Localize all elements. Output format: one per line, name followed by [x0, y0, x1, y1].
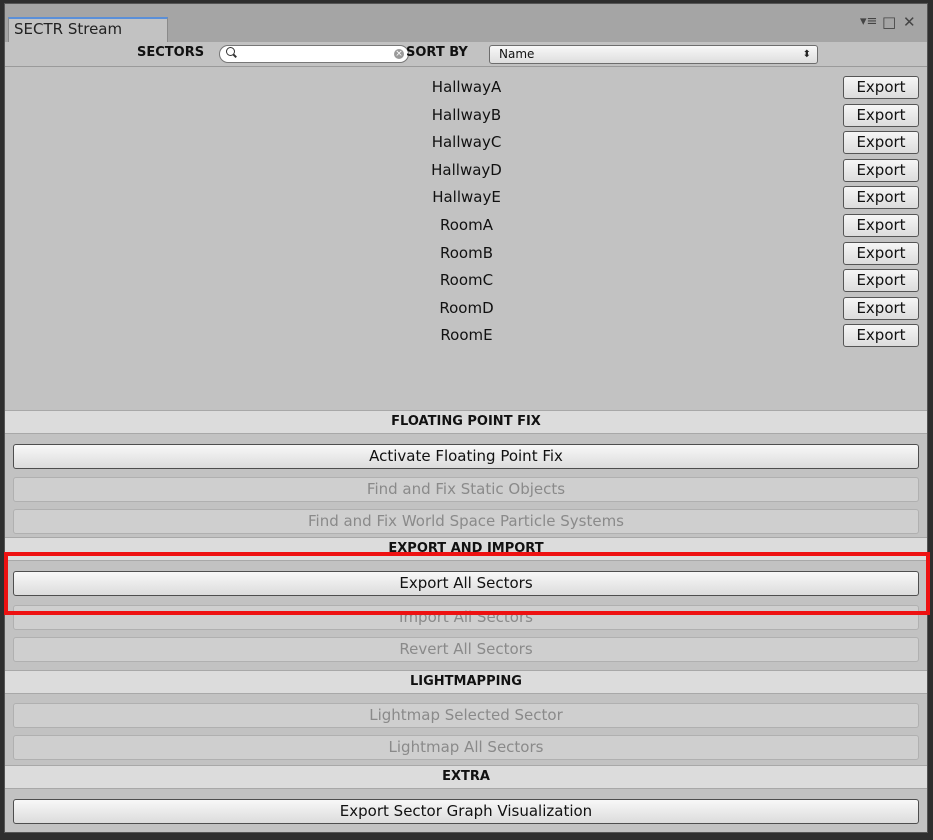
export-sector-button[interactable]: Export	[843, 103, 919, 127]
export-sector-button[interactable]: Export	[843, 269, 919, 293]
section-header-extra: EXTRA	[5, 765, 927, 789]
export-sector-button[interactable]: Export	[843, 158, 919, 182]
search-input[interactable]: ×	[219, 45, 409, 63]
list-item[interactable]: HallwayE Export	[5, 184, 927, 211]
sector-name: RoomE	[440, 326, 493, 345]
export-sector-button[interactable]: Export	[843, 324, 919, 348]
list-item[interactable]: RoomB Export	[5, 240, 927, 267]
list-item[interactable]: RoomC Export	[5, 267, 927, 294]
sort-by-label: SORT BY	[406, 45, 468, 60]
list-item[interactable]: RoomA Export	[5, 212, 927, 239]
lightmap-selected-sector-button[interactable]: Lightmap Selected Sector	[13, 703, 919, 728]
find-fix-particle-systems-button[interactable]: Find and Fix World Space Particle System…	[13, 509, 919, 534]
export-sector-graph-button[interactable]: Export Sector Graph Visualization	[13, 799, 919, 824]
section-header-lightmapping: LIGHTMAPPING	[5, 670, 927, 694]
list-item[interactable]: RoomD Export	[5, 295, 927, 322]
tab-bar: SECTR Stream ▾≡ □ ✕	[5, 4, 927, 43]
close-icon[interactable]: ✕	[903, 12, 916, 32]
tab-sectr-stream[interactable]: SECTR Stream	[8, 17, 168, 42]
section-header-floating-point-fix: FLOATING POINT FIX	[5, 410, 927, 434]
maximize-icon[interactable]: □	[882, 12, 896, 32]
window-menu-icon[interactable]: ▾≡	[860, 12, 877, 32]
sector-name: HallwayA	[431, 78, 502, 96]
export-sector-button[interactable]: Export	[843, 241, 919, 265]
lightmap-all-sectors-button[interactable]: Lightmap All Sectors	[13, 735, 919, 760]
sort-by-dropdown[interactable]: Name ⬍	[489, 45, 818, 64]
export-sector-button[interactable]: Export	[843, 186, 919, 210]
export-all-sectors-button[interactable]: Export All Sectors	[13, 571, 919, 596]
sector-name: HallwayE	[432, 188, 501, 207]
sector-name: HallwayC	[431, 133, 502, 152]
dropdown-arrow-icon: ⬍	[802, 49, 811, 60]
toolbar: SECTORS × SORT BY Name ⬍	[5, 42, 927, 67]
sector-list: HallwayA Export HallwayB Export HallwayC Expo…	[5, 67, 927, 410]
activate-floating-point-fix-button[interactable]: Activate Floating Point Fix	[13, 444, 919, 469]
revert-all-sectors-button[interactable]: Revert All Sectors	[13, 637, 919, 662]
clear-search-icon[interactable]: ×	[394, 49, 404, 59]
sort-by-value: Name	[499, 47, 535, 61]
sectr-stream-window: SECTR Stream ▾≡ □ ✕ SECTORS × SORT BY Na…	[4, 3, 928, 833]
sector-name: RoomC	[439, 271, 494, 290]
sector-name: RoomA	[440, 216, 493, 234]
list-item[interactable]: HallwayA Export	[5, 74, 927, 101]
list-item[interactable]: HallwayB Export	[5, 102, 927, 129]
sectors-label: SECTORS	[137, 45, 205, 60]
export-sector-button[interactable]: Export	[843, 76, 919, 99]
export-sector-button[interactable]: Export	[843, 214, 919, 237]
find-fix-static-objects-button[interactable]: Find and Fix Static Objects	[13, 477, 919, 502]
list-item[interactable]: HallwayC Export	[5, 129, 927, 156]
export-sector-button[interactable]: Export	[843, 131, 919, 155]
section-header-export-import: EXPORT AND IMPORT	[5, 537, 927, 561]
sector-name: RoomB	[439, 243, 493, 262]
search-icon	[226, 47, 235, 56]
list-item[interactable]: HallwayD Export	[5, 157, 927, 184]
sector-name: HallwayB	[431, 105, 502, 124]
list-item[interactable]: RoomE Export	[5, 322, 927, 349]
import-all-sectors-button[interactable]: Import All Sectors	[13, 605, 919, 630]
sector-name: RoomD	[439, 298, 494, 317]
export-sector-button[interactable]: Export	[843, 296, 919, 320]
sector-name: HallwayD	[431, 160, 502, 179]
